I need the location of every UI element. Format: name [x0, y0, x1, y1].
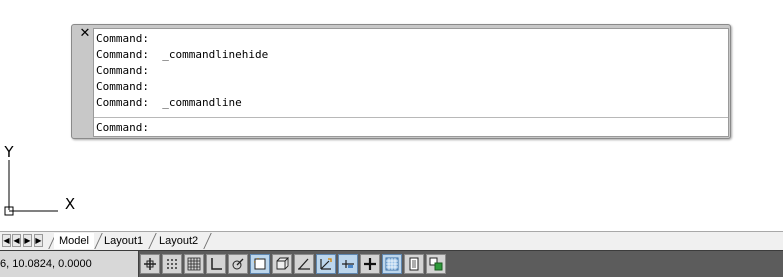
object-snap-tracking-icon[interactable]	[294, 254, 314, 274]
polar-tracking-icon[interactable]	[228, 254, 248, 274]
command-history-line: Command: _commandlinehide	[96, 48, 269, 61]
tab-layout2[interactable]: Layout2	[159, 233, 198, 249]
selection-cycling-icon[interactable]	[426, 254, 446, 274]
command-input[interactable]: Command:	[96, 120, 726, 136]
infer-constraints-icon[interactable]	[140, 254, 160, 274]
status-bar: 6, 10.0824, 0.0000	[0, 250, 783, 277]
command-history-line: Command: _commandline	[96, 96, 242, 109]
command-window[interactable]: ✕ Command: Command: _commandlinehide Com…	[71, 24, 731, 139]
next-layout-button[interactable]: ▶	[23, 234, 32, 247]
grid-display-icon[interactable]	[184, 254, 204, 274]
command-text-area[interactable]: Command: Command: _commandlinehide Comma…	[93, 28, 729, 137]
lineweight-icon[interactable]	[360, 254, 380, 274]
command-history-line: Command:	[96, 64, 149, 77]
first-layout-button[interactable]: ◀	[2, 234, 11, 247]
command-history-line: Command:	[96, 32, 149, 45]
dynamic-ucs-icon[interactable]	[316, 254, 336, 274]
command-separator	[94, 117, 728, 118]
ucs-y-label: Y	[3, 143, 14, 161]
previous-layout-button[interactable]: ◀	[12, 234, 21, 247]
snap-mode-icon[interactable]	[162, 254, 182, 274]
object-snap-icon[interactable]	[250, 254, 270, 274]
coordinate-readout[interactable]: 6, 10.0824, 0.0000	[0, 251, 139, 277]
dynamic-input-icon[interactable]	[338, 254, 358, 274]
tab-divider	[94, 233, 103, 249]
tab-divider	[203, 233, 212, 249]
tab-layout1[interactable]: Layout1	[104, 233, 143, 249]
close-icon[interactable]: ✕	[79, 27, 91, 40]
quick-properties-icon[interactable]	[404, 254, 424, 274]
layout-tab-bar: ◀ ◀ ▶ ▶ Model Layout1 Layout2	[0, 231, 783, 250]
command-history: Command: Command: _commandlinehide Comma…	[96, 31, 726, 115]
3d-object-snap-icon[interactable]	[272, 254, 292, 274]
ucs-x-label: X	[65, 195, 75, 213]
last-layout-button[interactable]: ▶	[34, 234, 43, 247]
ortho-mode-icon[interactable]	[206, 254, 226, 274]
tab-model[interactable]: Model	[54, 233, 94, 249]
ucs-icon: Y X	[3, 143, 75, 216]
transparency-icon[interactable]	[382, 254, 402, 274]
command-history-line: Command:	[96, 80, 149, 93]
drafting-toggles	[140, 254, 448, 274]
tab-divider	[148, 233, 157, 249]
